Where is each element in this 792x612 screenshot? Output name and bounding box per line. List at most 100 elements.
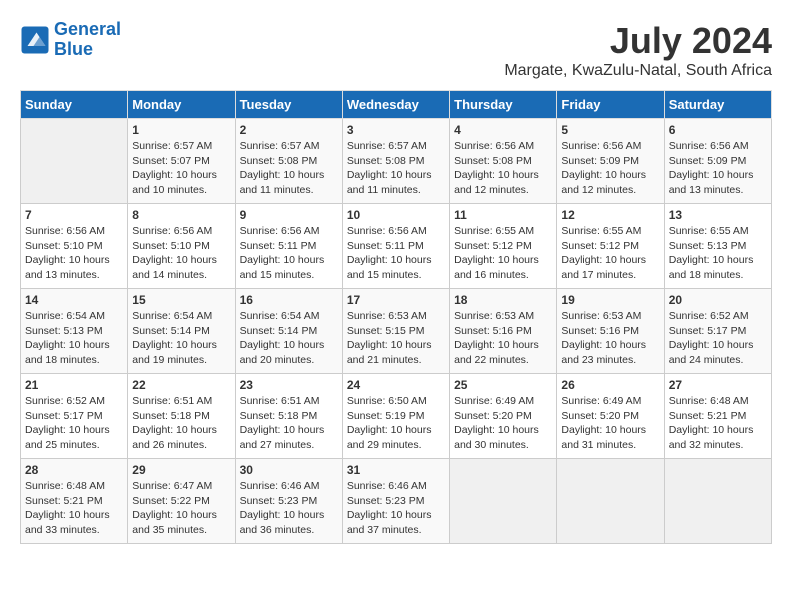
calendar-week-2: 7 Sunrise: 6:56 AMSunset: 5:10 PMDayligh…: [21, 204, 772, 289]
day-info: Sunrise: 6:47 AMSunset: 5:22 PMDaylight:…: [132, 479, 230, 538]
calendar-cell: 28 Sunrise: 6:48 AMSunset: 5:21 PMDaylig…: [21, 459, 128, 544]
calendar-week-5: 28 Sunrise: 6:48 AMSunset: 5:21 PMDaylig…: [21, 459, 772, 544]
day-number: 10: [347, 208, 445, 222]
day-number: 18: [454, 293, 552, 307]
day-info: Sunrise: 6:54 AMSunset: 5:14 PMDaylight:…: [132, 309, 230, 368]
calendar-cell: 16 Sunrise: 6:54 AMSunset: 5:14 PMDaylig…: [235, 289, 342, 374]
day-number: 15: [132, 293, 230, 307]
day-number: 17: [347, 293, 445, 307]
calendar-week-1: 1 Sunrise: 6:57 AMSunset: 5:07 PMDayligh…: [21, 119, 772, 204]
day-number: 27: [669, 378, 767, 392]
calendar-cell: 25 Sunrise: 6:49 AMSunset: 5:20 PMDaylig…: [450, 374, 557, 459]
day-info: Sunrise: 6:56 AMSunset: 5:09 PMDaylight:…: [669, 139, 767, 198]
day-info: Sunrise: 6:49 AMSunset: 5:20 PMDaylight:…: [561, 394, 659, 453]
weekday-header-thursday: Thursday: [450, 91, 557, 119]
day-number: 9: [240, 208, 338, 222]
logo-icon: [20, 25, 50, 55]
day-info: Sunrise: 6:55 AMSunset: 5:12 PMDaylight:…: [561, 224, 659, 283]
day-number: 1: [132, 123, 230, 137]
day-number: 19: [561, 293, 659, 307]
calendar-cell: [21, 119, 128, 204]
calendar-cell: 2 Sunrise: 6:57 AMSunset: 5:08 PMDayligh…: [235, 119, 342, 204]
day-number: 30: [240, 463, 338, 477]
calendar-cell: 11 Sunrise: 6:55 AMSunset: 5:12 PMDaylig…: [450, 204, 557, 289]
calendar-cell: 24 Sunrise: 6:50 AMSunset: 5:19 PMDaylig…: [342, 374, 449, 459]
day-info: Sunrise: 6:57 AMSunset: 5:08 PMDaylight:…: [240, 139, 338, 198]
day-info: Sunrise: 6:54 AMSunset: 5:13 PMDaylight:…: [25, 309, 123, 368]
day-info: Sunrise: 6:52 AMSunset: 5:17 PMDaylight:…: [669, 309, 767, 368]
day-info: Sunrise: 6:52 AMSunset: 5:17 PMDaylight:…: [25, 394, 123, 453]
day-info: Sunrise: 6:51 AMSunset: 5:18 PMDaylight:…: [240, 394, 338, 453]
day-number: 3: [347, 123, 445, 137]
calendar-cell: 31 Sunrise: 6:46 AMSunset: 5:23 PMDaylig…: [342, 459, 449, 544]
calendar-cell: 7 Sunrise: 6:56 AMSunset: 5:10 PMDayligh…: [21, 204, 128, 289]
calendar-cell: [450, 459, 557, 544]
calendar-cell: 23 Sunrise: 6:51 AMSunset: 5:18 PMDaylig…: [235, 374, 342, 459]
day-info: Sunrise: 6:49 AMSunset: 5:20 PMDaylight:…: [454, 394, 552, 453]
calendar-cell: 20 Sunrise: 6:52 AMSunset: 5:17 PMDaylig…: [664, 289, 771, 374]
day-number: 20: [669, 293, 767, 307]
weekday-header-monday: Monday: [128, 91, 235, 119]
weekday-header-sunday: Sunday: [21, 91, 128, 119]
day-info: Sunrise: 6:57 AMSunset: 5:07 PMDaylight:…: [132, 139, 230, 198]
calendar-week-3: 14 Sunrise: 6:54 AMSunset: 5:13 PMDaylig…: [21, 289, 772, 374]
day-info: Sunrise: 6:56 AMSunset: 5:08 PMDaylight:…: [454, 139, 552, 198]
calendar-cell: 13 Sunrise: 6:55 AMSunset: 5:13 PMDaylig…: [664, 204, 771, 289]
day-number: 2: [240, 123, 338, 137]
calendar-cell: 27 Sunrise: 6:48 AMSunset: 5:21 PMDaylig…: [664, 374, 771, 459]
calendar-cell: 8 Sunrise: 6:56 AMSunset: 5:10 PMDayligh…: [128, 204, 235, 289]
day-info: Sunrise: 6:56 AMSunset: 5:10 PMDaylight:…: [132, 224, 230, 283]
calendar-week-4: 21 Sunrise: 6:52 AMSunset: 5:17 PMDaylig…: [21, 374, 772, 459]
day-info: Sunrise: 6:46 AMSunset: 5:23 PMDaylight:…: [347, 479, 445, 538]
day-info: Sunrise: 6:55 AMSunset: 5:13 PMDaylight:…: [669, 224, 767, 283]
day-info: Sunrise: 6:57 AMSunset: 5:08 PMDaylight:…: [347, 139, 445, 198]
weekday-header-wednesday: Wednesday: [342, 91, 449, 119]
page-header: General Blue July 2024 Margate, KwaZulu-…: [20, 20, 772, 80]
calendar-cell: 1 Sunrise: 6:57 AMSunset: 5:07 PMDayligh…: [128, 119, 235, 204]
day-number: 7: [25, 208, 123, 222]
weekday-header-row: SundayMondayTuesdayWednesdayThursdayFrid…: [21, 91, 772, 119]
day-number: 16: [240, 293, 338, 307]
day-info: Sunrise: 6:56 AMSunset: 5:11 PMDaylight:…: [240, 224, 338, 283]
weekday-header-friday: Friday: [557, 91, 664, 119]
day-number: 12: [561, 208, 659, 222]
day-number: 24: [347, 378, 445, 392]
day-number: 11: [454, 208, 552, 222]
logo-line2: Blue: [54, 39, 93, 59]
day-info: Sunrise: 6:53 AMSunset: 5:16 PMDaylight:…: [454, 309, 552, 368]
calendar-cell: 29 Sunrise: 6:47 AMSunset: 5:22 PMDaylig…: [128, 459, 235, 544]
weekday-header-saturday: Saturday: [664, 91, 771, 119]
calendar-table: SundayMondayTuesdayWednesdayThursdayFrid…: [20, 90, 772, 544]
logo-line1: General: [54, 19, 121, 39]
day-info: Sunrise: 6:54 AMSunset: 5:14 PMDaylight:…: [240, 309, 338, 368]
calendar-cell: [557, 459, 664, 544]
calendar-cell: 10 Sunrise: 6:56 AMSunset: 5:11 PMDaylig…: [342, 204, 449, 289]
day-info: Sunrise: 6:48 AMSunset: 5:21 PMDaylight:…: [25, 479, 123, 538]
day-number: 22: [132, 378, 230, 392]
calendar-cell: 30 Sunrise: 6:46 AMSunset: 5:23 PMDaylig…: [235, 459, 342, 544]
day-info: Sunrise: 6:56 AMSunset: 5:09 PMDaylight:…: [561, 139, 659, 198]
day-info: Sunrise: 6:50 AMSunset: 5:19 PMDaylight:…: [347, 394, 445, 453]
day-number: 31: [347, 463, 445, 477]
logo: General Blue: [20, 20, 121, 60]
calendar-cell: 17 Sunrise: 6:53 AMSunset: 5:15 PMDaylig…: [342, 289, 449, 374]
calendar-cell: 9 Sunrise: 6:56 AMSunset: 5:11 PMDayligh…: [235, 204, 342, 289]
calendar-cell: 5 Sunrise: 6:56 AMSunset: 5:09 PMDayligh…: [557, 119, 664, 204]
calendar-cell: 18 Sunrise: 6:53 AMSunset: 5:16 PMDaylig…: [450, 289, 557, 374]
calendar-cell: 15 Sunrise: 6:54 AMSunset: 5:14 PMDaylig…: [128, 289, 235, 374]
day-number: 21: [25, 378, 123, 392]
logo-text: General Blue: [54, 20, 121, 60]
day-info: Sunrise: 6:53 AMSunset: 5:16 PMDaylight:…: [561, 309, 659, 368]
day-number: 23: [240, 378, 338, 392]
day-number: 25: [454, 378, 552, 392]
day-number: 6: [669, 123, 767, 137]
month-title: July 2024: [504, 20, 772, 62]
day-info: Sunrise: 6:56 AMSunset: 5:11 PMDaylight:…: [347, 224, 445, 283]
location-title: Margate, KwaZulu-Natal, South Africa: [504, 62, 772, 80]
calendar-cell: 19 Sunrise: 6:53 AMSunset: 5:16 PMDaylig…: [557, 289, 664, 374]
calendar-cell: 6 Sunrise: 6:56 AMSunset: 5:09 PMDayligh…: [664, 119, 771, 204]
day-number: 28: [25, 463, 123, 477]
day-number: 29: [132, 463, 230, 477]
calendar-cell: 12 Sunrise: 6:55 AMSunset: 5:12 PMDaylig…: [557, 204, 664, 289]
day-info: Sunrise: 6:55 AMSunset: 5:12 PMDaylight:…: [454, 224, 552, 283]
